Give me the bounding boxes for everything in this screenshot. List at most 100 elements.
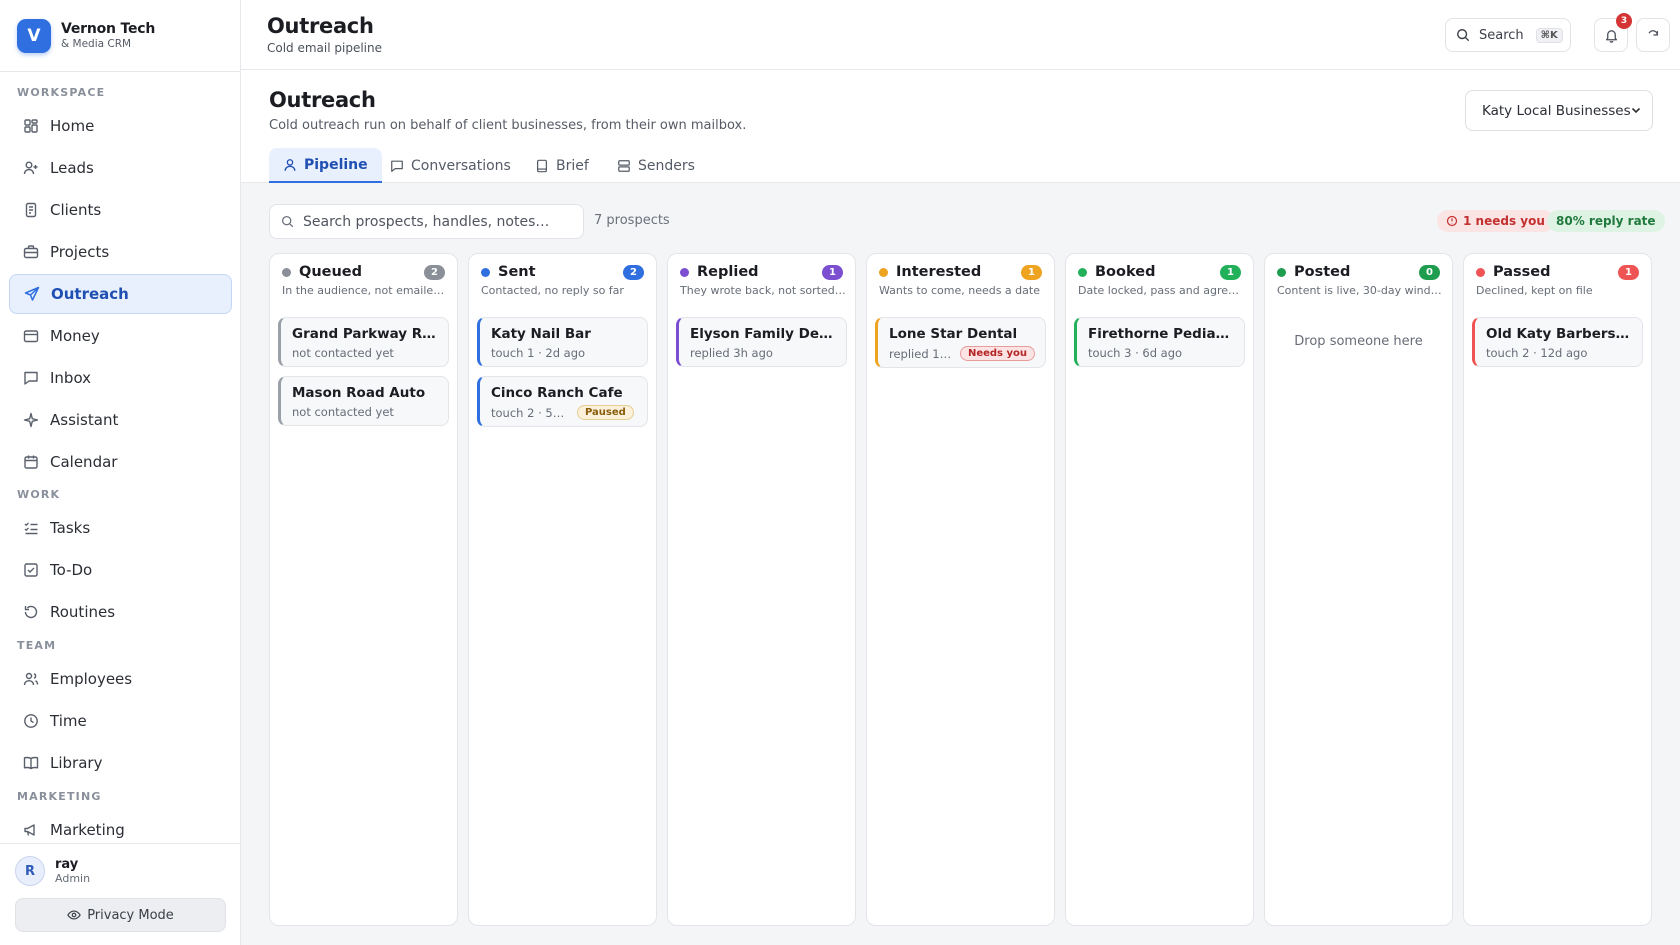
user-name: ray [55, 857, 79, 872]
column-interested: Interested 1 Wants to come, needs a date… [866, 253, 1055, 926]
privacy-mode-button[interactable]: Privacy Mode [15, 898, 226, 932]
column-description: Content is live, 30-day window [1277, 284, 1443, 297]
grid-icon [22, 117, 40, 135]
column-description: Contacted, no reply so far [481, 284, 624, 297]
empty-drop-zone[interactable]: Drop someone here [1265, 334, 1452, 349]
user-profile[interactable]: R ray Admin [15, 856, 90, 886]
notifications-button[interactable]: 3 [1594, 13, 1632, 52]
wallet-icon [22, 327, 40, 345]
sidebar-item-tasks[interactable]: Tasks [9, 508, 232, 548]
tab-conversations[interactable]: Conversations [390, 148, 511, 183]
sidebar-item-money[interactable]: Money [9, 316, 232, 356]
sidebar-item-assistant[interactable]: Assistant [9, 400, 232, 440]
column-replied: Replied 1 They wrote back, not sorted ye… [667, 253, 856, 926]
prospect-meta: touch 2 · 5d ago [491, 405, 569, 420]
prospect-name: Lone Star Dental [889, 326, 1018, 342]
sidebar-item-label: Tasks [50, 519, 91, 537]
prospect-card[interactable]: Grand Parkway Realty not contacted yet [278, 317, 449, 367]
prospect-name: Katy Nail Bar [491, 326, 591, 342]
avatar: R [15, 856, 45, 886]
status-dot [680, 267, 689, 277]
chat-icon [22, 369, 40, 387]
prospect-meta: not contacted yet [292, 405, 394, 419]
nav-group-workspace: WORKSPACE [17, 86, 106, 99]
nav-group-work: WORK [17, 488, 61, 501]
sidebar-footer: R ray Admin Privacy Mode [0, 843, 240, 945]
chat-icon [390, 159, 404, 173]
book-icon [535, 159, 549, 173]
prospect-card[interactable]: Old Katy Barbershop touch 2 · 12d ago [1472, 317, 1643, 367]
sidebar-item-label: Employees [50, 670, 133, 688]
brand-subtitle: & Media CRM [61, 38, 132, 50]
prospect-card[interactable]: Cinco Ranch Cafe touch 2 · 5d ago Paused [477, 376, 648, 427]
prospect-search-input[interactable]: Search prospects, handles, notes… [269, 204, 584, 239]
sidebar-item-library[interactable]: Library [9, 743, 232, 783]
sidebar-item-clients[interactable]: Clients [9, 190, 232, 230]
sidebar-item-time[interactable]: Time [9, 701, 232, 741]
column-count-badge: 1 [1618, 265, 1639, 280]
refresh-button[interactable] [1636, 18, 1670, 52]
header-subtitle: Cold email pipeline [267, 41, 383, 55]
tab-label: Brief [556, 157, 589, 174]
status-dot [1277, 267, 1286, 277]
prospect-meta: touch 1 · 2d ago [491, 346, 586, 360]
status-dot [1078, 267, 1087, 277]
sidebar: V Vernon Tech & Media CRM WORKSPACE Home… [0, 0, 241, 945]
alert-circle-icon [1446, 215, 1458, 227]
megaphone-icon [22, 821, 40, 839]
sidebar-item-label: Marketing [50, 821, 125, 839]
prospect-meta: touch 3 · 6d ago [1088, 346, 1183, 360]
audience-select[interactable]: Katy Local Businesses [1465, 90, 1653, 131]
sparkle-icon [22, 411, 40, 429]
sidebar-item-label: Time [50, 712, 87, 730]
privacy-mode-label: Privacy Mode [87, 907, 174, 923]
tab-pipeline[interactable]: Pipeline [269, 148, 382, 183]
column-title: Replied [697, 264, 759, 280]
sidebar-item-calendar[interactable]: Calendar [9, 442, 232, 482]
prospect-card[interactable]: Firethorne Pediatrics touch 3 · 6d ago [1074, 317, 1245, 367]
column-title: Interested [896, 264, 982, 280]
brand[interactable]: V Vernon Tech & Media CRM [0, 0, 240, 72]
sidebar-item-employees[interactable]: Employees [9, 659, 232, 699]
status-dot [879, 267, 888, 277]
refresh-icon [22, 603, 40, 621]
column-description: Date locked, pass and agreement sent [1078, 284, 1244, 297]
sidebar-item-home[interactable]: Home [9, 106, 232, 146]
search-icon [1456, 28, 1470, 42]
prospect-card[interactable]: Elyson Family Dentistry replied 3h ago [676, 317, 847, 367]
sidebar-item-outreach[interactable]: Outreach [9, 274, 232, 314]
column-count-badge: 1 [1220, 265, 1241, 280]
needs-you-label: 1 needs you [1463, 214, 1545, 228]
user-role: Admin [55, 872, 91, 885]
prospect-count: 7 prospects [594, 213, 670, 228]
prospect-card[interactable]: Lone Star Dental replied 1d ago Needs you [875, 317, 1046, 368]
tab-label: Senders [638, 157, 695, 174]
needs-you-badge[interactable]: 1 needs you [1437, 210, 1554, 232]
column-count-badge: 1 [822, 265, 843, 280]
status-dot [282, 267, 291, 277]
sidebar-item-label: Assistant [50, 411, 119, 429]
column-count-badge: 2 [424, 265, 445, 280]
prospect-name: Firethorne Pediatrics [1088, 326, 1234, 342]
prospect-name: Cinco Ranch Cafe [491, 385, 623, 401]
column-title: Booked [1095, 264, 1156, 280]
prospect-card[interactable]: Mason Road Auto not contacted yet [278, 376, 449, 426]
sidebar-item-inbox[interactable]: Inbox [9, 358, 232, 398]
tab-label: Conversations [411, 157, 511, 174]
column-passed: Passed 1 Declined, kept on file Old Katy… [1463, 253, 1652, 926]
global-search-button[interactable]: Search ⌘K [1445, 18, 1571, 52]
checkbox-icon [22, 561, 40, 579]
tab-brief[interactable]: Brief [535, 148, 589, 183]
user-icon [283, 158, 297, 172]
sidebar-item-label: Library [50, 754, 103, 772]
sidebar-item-leads[interactable]: Leads [9, 148, 232, 188]
column-count-badge: 2 [623, 265, 644, 280]
prospect-meta: touch 2 · 12d ago [1486, 346, 1588, 360]
prospect-card[interactable]: Katy Nail Bar touch 1 · 2d ago [477, 317, 648, 367]
prospect-name: Elyson Family Dentistry [690, 326, 836, 342]
prospect-name: Mason Road Auto [292, 385, 426, 401]
tab-senders[interactable]: Senders [617, 148, 695, 183]
sidebar-item-routines[interactable]: Routines [9, 592, 232, 632]
sidebar-item-todo[interactable]: To-Do [9, 550, 232, 590]
sidebar-item-projects[interactable]: Projects [9, 232, 232, 272]
